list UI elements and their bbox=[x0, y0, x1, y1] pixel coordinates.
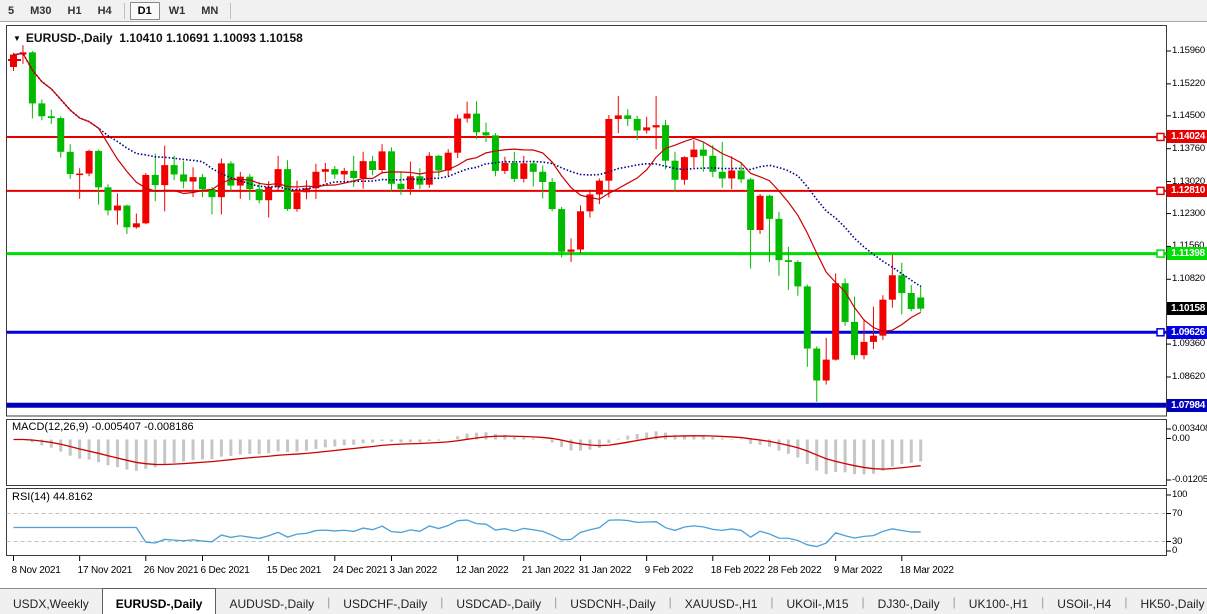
date-axis-label: 17 Nov 2021 bbox=[78, 565, 133, 576]
rsi-axis-tick: 100 bbox=[1172, 489, 1187, 500]
date-axis-label: 24 Dec 2021 bbox=[333, 565, 388, 576]
tab-dj30-daily[interactable]: DJ30-,Daily bbox=[865, 589, 953, 614]
rsi-axis-tick: 70 bbox=[1172, 508, 1182, 519]
date-axis-label: 26 Nov 2021 bbox=[144, 565, 199, 576]
date-axis-label: 21 Jan 2022 bbox=[522, 565, 575, 576]
macd-axis-tick: 0.00 bbox=[1172, 433, 1190, 444]
price-axis-tick: 1.09360 bbox=[1172, 338, 1205, 349]
hline-handle-1.12810[interactable] bbox=[1157, 187, 1164, 194]
date-axis-label: 6 Dec 2021 bbox=[201, 565, 250, 576]
tab-ukoil-m15[interactable]: UKOil-,M15 bbox=[774, 589, 862, 614]
price-level-tag: 1.11398 bbox=[1167, 247, 1207, 260]
macd-axis-tick: -0.012059 bbox=[1172, 474, 1207, 485]
date-axis-label: 9 Mar 2022 bbox=[834, 565, 883, 576]
date-axis-label: 8 Nov 2021 bbox=[12, 565, 61, 576]
hline-handle-1.09626[interactable] bbox=[1157, 329, 1164, 336]
chart-ohlc-values: 1.10410 1.10691 1.10093 1.10158 bbox=[119, 31, 303, 45]
price-axis-tick: 1.15960 bbox=[1172, 45, 1205, 56]
chart-graphics bbox=[0, 0, 1207, 614]
date-axis-label: 18 Feb 2022 bbox=[711, 565, 765, 576]
tab-audusd-daily[interactable]: AUDUSD-,Daily bbox=[216, 589, 327, 614]
tab-uk100-h1[interactable]: UK100-,H1 bbox=[956, 589, 1041, 614]
tab-usdx-weekly[interactable]: USDX,Weekly bbox=[0, 589, 102, 614]
hline-handle-1.14024[interactable] bbox=[1157, 133, 1164, 140]
price-level-tag: 1.07984 bbox=[1167, 399, 1207, 412]
main-price-pane-border bbox=[7, 26, 1167, 417]
date-axis-label: 9 Feb 2022 bbox=[645, 565, 694, 576]
tab-eurusd-daily[interactable]: EURUSD-,Daily bbox=[102, 588, 217, 614]
price-axis-tick: 1.10820 bbox=[1172, 273, 1205, 284]
date-axis-label: 18 Mar 2022 bbox=[900, 565, 954, 576]
chart-tab-bar: USDX,WeeklyEURUSD-,DailyAUDUSD-,Daily|US… bbox=[0, 588, 1207, 614]
tab-usdcnh-daily[interactable]: USDCNH-,Daily bbox=[557, 589, 668, 614]
date-axis-label: 31 Jan 2022 bbox=[579, 565, 632, 576]
date-axis-label: 12 Jan 2022 bbox=[456, 565, 509, 576]
rsi-indicator-label: RSI(14) 44.8162 bbox=[12, 491, 93, 503]
tab-hk50-daily[interactable]: HK50-,Daily bbox=[1127, 589, 1207, 614]
tab-usdchf-daily[interactable]: USDCHF-,Daily bbox=[330, 589, 440, 614]
price-level-tag: 1.14024 bbox=[1167, 130, 1207, 143]
price-axis-tick: 1.13760 bbox=[1172, 143, 1205, 154]
tab-xauusd-h1[interactable]: XAUUSD-,H1 bbox=[672, 589, 771, 614]
price-level-tag: 1.09626 bbox=[1167, 326, 1207, 339]
date-axis-label: 28 Feb 2022 bbox=[768, 565, 822, 576]
chart-title-expander-icon[interactable]: ▼ bbox=[13, 34, 21, 43]
hline-handle-1.11398[interactable] bbox=[1157, 250, 1164, 257]
rsi-pane-border bbox=[7, 489, 1167, 556]
price-level-tag: 1.12810 bbox=[1167, 184, 1207, 197]
tab-usoil-h4[interactable]: USOil-,H4 bbox=[1044, 589, 1124, 614]
current-price-tag: 1.10158 bbox=[1167, 302, 1207, 315]
date-axis-label: 15 Dec 2021 bbox=[267, 565, 322, 576]
price-axis-tick: 1.12300 bbox=[1172, 208, 1205, 219]
tab-usdcad-daily[interactable]: USDCAD-,Daily bbox=[443, 589, 554, 614]
price-axis-tick: 1.14500 bbox=[1172, 110, 1205, 121]
date-axis-label: 3 Jan 2022 bbox=[390, 565, 438, 576]
price-axis-tick: 1.08620 bbox=[1172, 371, 1205, 382]
rsi-axis-tick: 0 bbox=[1172, 545, 1177, 556]
trading-platform-window: 5M30H1H4D1W1MN ▼EURUSD-,Daily 1.10410 1.… bbox=[0, 0, 1207, 614]
chart-symbol-label: EURUSD-,Daily bbox=[26, 31, 113, 45]
price-axis-tick: 1.15220 bbox=[1172, 78, 1205, 89]
chart-title: ▼ EURUSD-,Daily 1.10410 1.10691 1.10093 1… bbox=[13, 31, 303, 45]
macd-indicator-label: MACD(12,26,9) -0.005407 -0.008186 bbox=[12, 421, 194, 433]
